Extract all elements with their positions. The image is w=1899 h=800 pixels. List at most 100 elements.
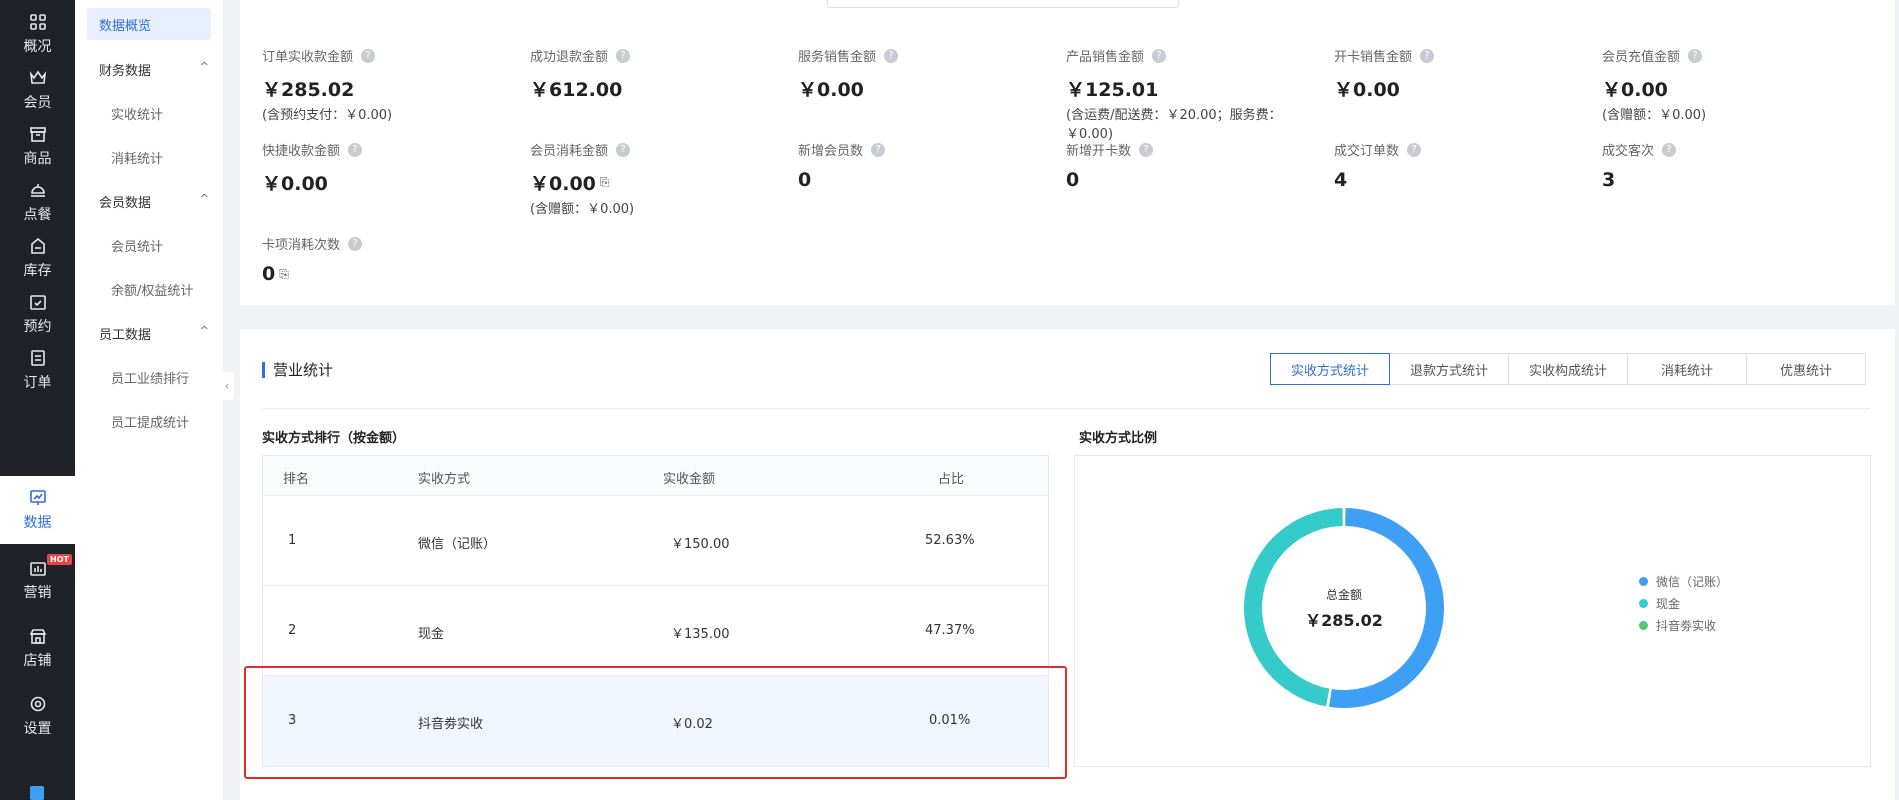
tab-consumption[interactable]: 消耗统计 <box>1627 353 1747 385</box>
submenu-item-member-stats[interactable]: 会员统计 <box>111 236 163 255</box>
stat-label: 新增会员数 <box>798 144 864 159</box>
ratio-chart-panel: 总金额 ￥285.02 微信（记账） 现金 抖音劵实收 <box>1074 455 1871 767</box>
stat-label: 开卡销售金额 <box>1334 50 1413 65</box>
help-icon[interactable]: ? <box>1407 142 1422 157</box>
header-ratio: 占比 <box>938 472 965 487</box>
cell-amount: ￥150.00 <box>671 537 730 552</box>
stat-value: ￥0.00 <box>798 79 864 101</box>
stat-service-sales: 服务销售金额? ￥0.00 <box>798 46 1038 102</box>
submenu-item-consumption[interactable]: 消耗统计 <box>111 148 163 167</box>
help-icon[interactable]: ? <box>616 48 631 63</box>
stat-value: ￥125.01 <box>1066 79 1159 101</box>
help-icon[interactable]: ? <box>1688 48 1703 63</box>
nav-item-marketing[interactable]: HOT 营销 <box>0 546 75 614</box>
stat-label: 卡项消耗次数 <box>262 238 341 253</box>
help-icon[interactable]: ? <box>1420 48 1435 63</box>
submenu-group-members[interactable]: 会员数据 ^ <box>99 192 209 211</box>
stat-label: 会员消耗金额 <box>530 144 609 159</box>
cell-amount: ￥0.02 <box>671 717 713 732</box>
stat-value: 0 <box>1066 169 1080 191</box>
cell-ratio: 47.37% <box>925 623 975 638</box>
section-title-text: 营业统计 <box>273 361 334 379</box>
tab-received-method[interactable]: 实收方式统计 <box>1270 353 1390 385</box>
stat-value: 4 <box>1334 169 1348 191</box>
stat-member-recharge: 会员充值金额? ￥0.00 (含赠额：￥0.00) <box>1602 46 1842 125</box>
detail-doc-icon[interactable]: ⎘ <box>600 175 610 190</box>
help-icon[interactable]: ? <box>348 236 363 251</box>
cell-amount: ￥135.00 <box>671 627 730 642</box>
stat-label: 新增开卡数 <box>1066 144 1132 159</box>
submenu-item-overview[interactable]: 数据概览 <box>87 8 211 40</box>
submenu-group-label: 财务数据 <box>99 64 152 79</box>
collapse-sidebar-button[interactable]: ‹ <box>220 372 234 400</box>
table-row[interactable]: 1 微信（记账） ￥150.00 52.63% <box>263 496 1048 586</box>
nav-item-shop[interactable]: 店铺 <box>0 614 75 682</box>
nav-label: 店铺 <box>23 653 52 669</box>
stat-product-sales: 产品销售金额? ￥125.01 (含运费/配送费：￥20.00；服务费：￥0.0… <box>1066 46 1306 144</box>
help-icon[interactable]: ? <box>884 48 899 63</box>
stat-order-received: 订单实收款金额? ￥285.02 (含预约支付：￥0.00) <box>262 46 502 125</box>
legend-item[interactable]: 抖音劵实收 <box>1639 614 1728 636</box>
chart-legend: 微信（记账） 现金抖音劵实收 <box>1639 570 1728 636</box>
chevron-up-icon: ^ <box>199 60 209 73</box>
stat-value: ￥0.00 <box>530 173 596 195</box>
tab-discount[interactable]: 优惠统计 <box>1746 353 1866 385</box>
stat-label: 快捷收款金额 <box>262 144 341 159</box>
nav-label: 商品 <box>23 151 52 167</box>
hot-badge: HOT <box>47 554 72 565</box>
stat-label: 成交订单数 <box>1334 144 1400 159</box>
cell-rank: 1 <box>288 533 297 548</box>
submenu-item-received[interactable]: 实收统计 <box>111 104 163 123</box>
help-icon[interactable]: ? <box>1139 142 1154 157</box>
tab-refund-method[interactable]: 退款方式统计 <box>1389 353 1509 385</box>
nav-item-data[interactable]: 数据 <box>0 476 75 544</box>
submenu-item-balance-stats[interactable]: 余额/权益统计 <box>111 280 193 299</box>
data-submenu: 数据概览 财务数据 ^ 实收统计 消耗统计 会员数据 ^ 会员统计 余额/权益统… <box>75 0 223 800</box>
nav-label: 概况 <box>23 39 52 55</box>
nav-item-orders[interactable]: 订单 <box>0 336 75 404</box>
header-method: 实收方式 <box>418 472 471 487</box>
stat-order-count: 成交订单数? 4 <box>1334 140 1574 191</box>
calendar-check-icon <box>28 292 48 312</box>
help-icon[interactable]: ? <box>871 142 886 157</box>
cell-method: 现金 <box>418 627 445 642</box>
help-icon[interactable]: ? <box>361 48 376 63</box>
stat-value: ￥0.00 <box>1602 79 1668 101</box>
submenu-group-staff[interactable]: 员工数据 ^ <box>99 324 209 343</box>
stat-note: (含赠额：￥0.00) <box>530 202 635 217</box>
legend-label: 抖音劵实收 <box>1656 618 1717 633</box>
nav-label: 点餐 <box>23 207 52 223</box>
chevron-up-icon: ^ <box>199 324 209 337</box>
detail-doc-icon[interactable]: ⎘ <box>279 267 289 282</box>
nav-item-settings[interactable]: 设置 <box>0 682 75 750</box>
nav-label: 订单 <box>23 375 52 391</box>
submenu-item-staff-commission[interactable]: 员工提成统计 <box>111 412 189 431</box>
header-amount: 实收金额 <box>663 472 716 487</box>
help-icon[interactable]: ? <box>616 142 631 157</box>
nav-label: 预约 <box>23 319 52 335</box>
stat-refund: 成功退款金额? ￥612.00 <box>530 46 770 102</box>
help-icon[interactable]: ? <box>1152 48 1167 63</box>
stat-value: ￥285.02 <box>262 79 355 101</box>
legend-item[interactable]: 现金 <box>1639 592 1728 614</box>
stat-note: (含预约支付：￥0.00) <box>262 108 393 123</box>
donut-center-value: ￥285.02 <box>1305 610 1383 630</box>
submenu-group-finance[interactable]: 财务数据 ^ <box>99 60 209 79</box>
stat-member-consumption: 会员消耗金额? ￥0.00 ⎘ (含赠额：￥0.00) <box>530 140 770 219</box>
help-icon[interactable]: ? <box>1662 142 1677 157</box>
shop-icon <box>28 626 48 646</box>
stat-value: 0 <box>798 169 812 191</box>
stat-note: (含运费/配送费：￥20.00；服务费：￥0.00) <box>1066 108 1282 142</box>
legend-dot <box>1639 598 1648 608</box>
tab-received-composition[interactable]: 实收构成统计 <box>1508 353 1628 385</box>
legend-item[interactable]: 微信（记账） <box>1639 570 1728 592</box>
table-row-highlighted[interactable]: 3 抖音劵实收 ￥0.02 0.01% <box>263 676 1048 766</box>
cell-ratio: 0.01% <box>929 713 971 728</box>
legend-label: 现金 <box>1656 596 1681 611</box>
table-row[interactable]: 2 现金 ￥135.00 47.37% <box>263 586 1048 676</box>
cell-rank: 3 <box>288 713 297 728</box>
stat-value: 3 <box>1602 169 1616 191</box>
submenu-item-staff-ranking[interactable]: 员工业绩排行 <box>111 368 189 387</box>
filter-input[interactable] <box>827 0 1179 8</box>
help-icon[interactable]: ? <box>348 142 363 157</box>
